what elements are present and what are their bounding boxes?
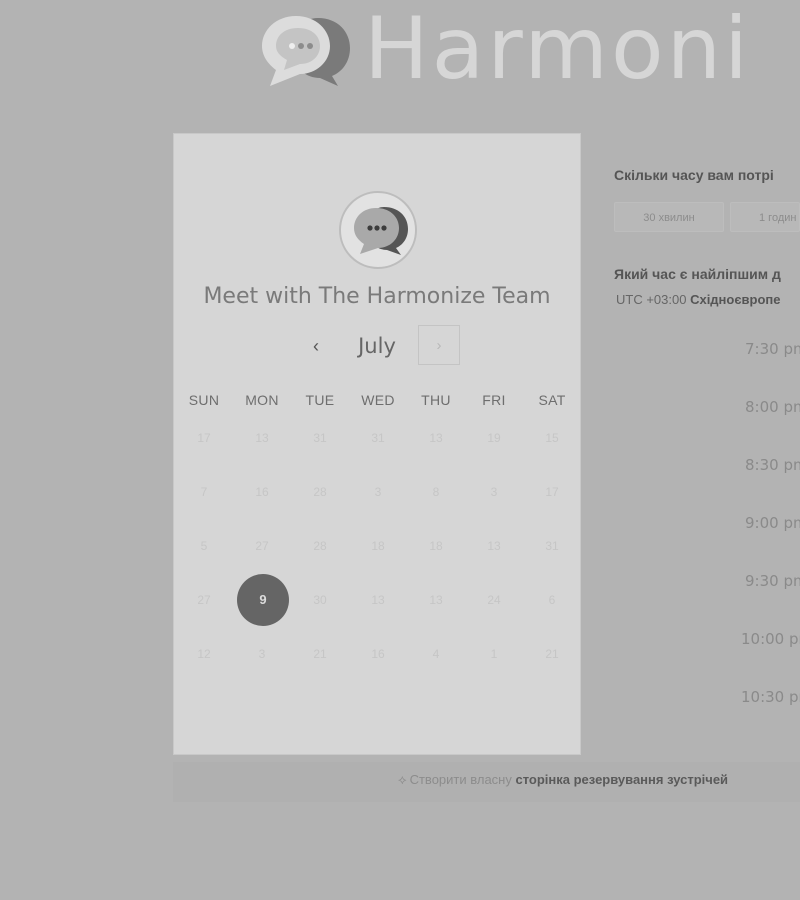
calendar-day: 3 — [490, 485, 498, 499]
time-slot[interactable]: 9:30 pm — [745, 572, 800, 590]
calendar-day: 16 — [371, 647, 385, 661]
weekday-label: SUN — [188, 392, 220, 408]
brand-name: Harmoni — [364, 0, 752, 99]
calendar-day: 4 — [432, 647, 440, 661]
calendar-day: 28 — [313, 485, 327, 499]
timezone-label: UTC +03:00 Східноєвропе — [616, 292, 781, 307]
time-slot[interactable]: 10:30 pm — [741, 688, 800, 706]
calendar-day: 27 — [197, 593, 211, 607]
calendar-week: 7 16 28 3 8 3 17 — [174, 480, 580, 504]
sparkle-icon: ⟡ — [398, 772, 407, 787]
calendar-day: 12 — [197, 647, 211, 661]
calendar-day: 13 — [429, 431, 443, 445]
month-label: July — [358, 334, 396, 358]
calendar-week: 27 30 13 13 24 6 — [174, 588, 580, 612]
calendar-day: 19 — [487, 431, 501, 445]
weekday-header: SUN MON TUE WED THU FRI SAT — [174, 392, 580, 410]
calendar-day: 31 — [371, 431, 385, 445]
footer: ⟡ Створити власну сторінка резервування з… — [398, 772, 728, 788]
duration-question: Скільки часу вам потрі — [614, 167, 774, 183]
calendar-day: 24 — [487, 593, 501, 607]
prev-month-button[interactable]: ‹ — [302, 326, 330, 366]
weekday-label: MON — [245, 392, 279, 408]
calendar-card: Meet with The Harmonize Team ‹ July › SU… — [173, 133, 581, 755]
weekday-label: TUE — [305, 392, 335, 408]
next-month-button[interactable]: › — [418, 325, 460, 365]
time-slot[interactable]: 7:30 pm — [745, 340, 800, 358]
time-slot-label: 8:00 pm — [745, 398, 800, 416]
time-slot[interactable]: 8:30 pm — [745, 456, 800, 474]
chevron-left-icon: ‹ — [313, 336, 319, 356]
weekday-label: WED — [361, 392, 395, 408]
calendar-week: 5 27 28 18 18 13 31 — [174, 534, 580, 558]
time-slot[interactable]: 10:00 pm — [741, 630, 800, 648]
calendar-day: 21 — [313, 647, 327, 661]
calendar-day: 17 — [545, 485, 559, 499]
calendar-day: 17 — [197, 431, 211, 445]
calendar-day: 18 — [371, 539, 385, 553]
time-slot[interactable]: 9:00 pm — [745, 514, 800, 532]
calendar-day: 30 — [313, 593, 327, 607]
calendar-day: 3 — [258, 647, 266, 661]
calendar-week: 17 13 31 31 13 19 15 — [174, 426, 580, 450]
page-title: Meet with The Harmonize Team — [203, 284, 551, 309]
chevron-right-icon: › — [436, 337, 442, 354]
chat-bubble-icon — [260, 10, 352, 88]
calendar-day: 21 — [545, 647, 559, 661]
calendar-day: 28 — [313, 539, 327, 553]
calendar-day: 5 — [200, 539, 208, 553]
avatar — [338, 190, 418, 270]
calendar-day: 18 — [429, 539, 443, 553]
calendar-day: 7 — [200, 485, 208, 499]
timezone-offset: UTC +03:00 — [616, 292, 687, 307]
weekday-label: THU — [421, 392, 451, 408]
chat-bubble-icon — [339, 191, 417, 269]
time-question: Який час є найліпшим д — [614, 266, 781, 282]
brand-logo: Harmoni — [260, 4, 751, 94]
time-slot-label: 7:30 pm — [745, 340, 800, 358]
calendar-day: 31 — [313, 431, 327, 445]
time-slot-label: 9:00 pm — [745, 514, 800, 532]
month-navigation: ‹ July › — [174, 325, 580, 366]
create-booking-page-link[interactable]: сторінка резервування зустрічей — [515, 772, 728, 787]
calendar-day: 31 — [545, 539, 559, 553]
time-slot[interactable]: 8:00 pm — [745, 398, 800, 416]
calendar-day: 27 — [255, 539, 269, 553]
calendar-week: 12 3 21 16 4 1 21 — [174, 642, 580, 666]
calendar-day: 13 — [487, 539, 501, 553]
calendar-day: 3 — [374, 485, 382, 499]
calendar-day: 13 — [429, 593, 443, 607]
calendar-day: 8 — [432, 485, 440, 499]
calendar-day: 13 — [255, 431, 269, 445]
footer-prefix: Створити власну — [409, 772, 512, 787]
calendar-day: 16 — [255, 485, 269, 499]
weekday-label: SAT — [538, 392, 566, 408]
selected-day[interactable]: 9 — [237, 574, 289, 626]
time-slot-label: 10:30 pm — [741, 688, 800, 706]
weekday-label: FRI — [482, 392, 506, 408]
calendar-day: 13 — [371, 593, 385, 607]
time-slot-label: 9:30 pm — [745, 572, 800, 590]
duration-option-60[interactable]: 1 годин — [730, 202, 800, 232]
time-slot-label: 8:30 pm — [745, 456, 800, 474]
time-slot-label: 10:00 pm — [741, 630, 800, 648]
calendar-day: 1 — [490, 647, 498, 661]
duration-option-30[interactable]: 30 хвилин — [614, 202, 724, 232]
calendar-day: 15 — [545, 431, 559, 445]
calendar-day: 6 — [548, 593, 556, 607]
timezone-name: Східноєвропе — [690, 292, 781, 307]
